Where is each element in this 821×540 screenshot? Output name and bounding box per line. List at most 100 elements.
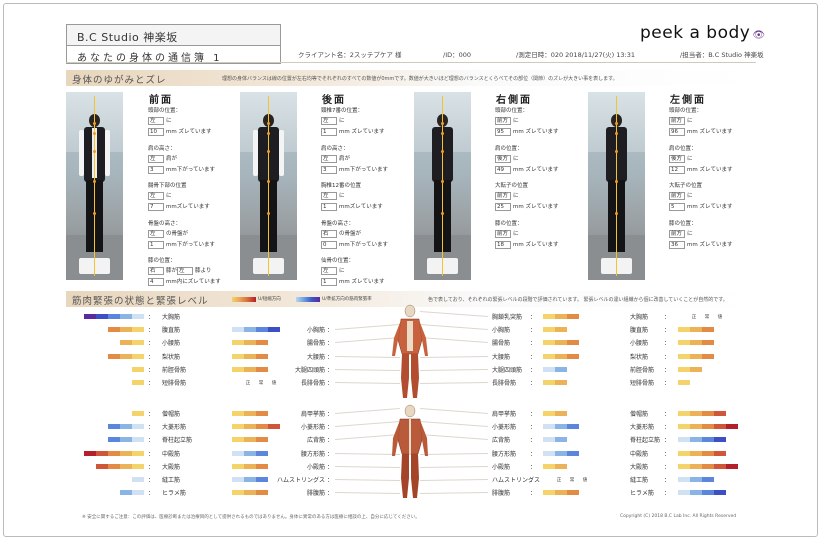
legend-stretch-label: U/準拡方向の筋肉緊張率 <box>322 297 372 302</box>
value-box: 1 <box>321 128 337 136</box>
value-box: 1 <box>321 278 337 286</box>
separator: ： <box>664 353 671 361</box>
landmark-dot <box>93 122 96 125</box>
level-segment <box>132 380 144 385</box>
right-tension-bar <box>678 380 690 385</box>
level-segment <box>543 314 555 319</box>
level-segment <box>678 366 690 372</box>
right-muscle-label: 中殿筋 <box>630 450 649 458</box>
measure-value: 3 mm下がっています <box>148 165 215 174</box>
separator: ： <box>327 380 334 387</box>
level-segment <box>256 424 268 430</box>
arm <box>279 130 284 176</box>
separator: ： <box>148 463 155 471</box>
measure-label: 腸骨下部の位置 <box>148 183 187 189</box>
right-muscle-label: 大菱形筋 <box>630 424 655 432</box>
measure-text: mm ズレています <box>339 129 385 135</box>
level-segment <box>567 340 579 346</box>
measure-text: mm ズレています <box>687 129 733 135</box>
right-tension-bar: 正 常 値 <box>691 315 725 320</box>
measure-value: 12 mm ズレています <box>669 165 732 174</box>
legend-shorten: U/短縮方向 <box>232 296 281 302</box>
left-muscle-label: 梨状筋 <box>162 353 181 361</box>
mid-left-tension-bar: 正 常 値 <box>245 381 279 386</box>
level-segment <box>555 463 567 469</box>
mid-right-muscle-label: 腓腹筋 <box>492 490 511 498</box>
level-segment <box>132 437 144 443</box>
measure-text: mm下がっています <box>339 241 388 248</box>
measure-label: 膝の位置： <box>148 258 176 264</box>
level-segment <box>232 450 244 456</box>
direction-box: 前方 <box>495 192 511 200</box>
right-muscle-label: 腹直筋 <box>630 327 649 335</box>
right-muscle-label: 大胸筋 <box>630 314 649 321</box>
left-tension-bar <box>96 463 144 469</box>
mid-left-tension-bar <box>232 353 268 359</box>
right-muscle-label: 前脛骨筋 <box>630 366 655 374</box>
measure-text: mm ズレています <box>166 129 212 135</box>
measure-row-label: 胸椎12番の位置 <box>321 181 361 189</box>
measure-direction: 前方に <box>495 191 519 200</box>
direction-box: 前方 <box>495 117 511 125</box>
measure-row-label: 肩の高さ： <box>321 144 349 152</box>
value-box: 25 <box>495 203 511 211</box>
measure-label: 膝の位置： <box>495 220 523 227</box>
mid-left-tension-bar <box>232 437 268 443</box>
measure-text: に <box>166 193 172 199</box>
separator: ： <box>530 490 537 498</box>
level-segment <box>714 450 726 456</box>
direction-box: 右 <box>148 267 164 275</box>
mid-right-tension-bar <box>543 463 567 469</box>
mid-right-muscle-label: 長腓骨筋 <box>492 380 517 387</box>
view-title-2: 後面 <box>322 95 346 106</box>
measure-label: 仙骨の位置： <box>321 258 355 264</box>
direction-box: 前方 <box>669 117 685 125</box>
right-tension-bar <box>678 490 726 496</box>
level-segment <box>702 424 714 430</box>
direction-box: 後方 <box>495 154 511 163</box>
mid-right-muscle-label: 小胸筋 <box>492 327 511 335</box>
mid-left-muscle-label: 大腿四頭筋 <box>294 366 325 374</box>
level-segment <box>702 353 714 359</box>
level-segment <box>256 463 268 469</box>
right-muscle-label: 縫工筋 <box>630 477 649 484</box>
right-tension-bar <box>678 450 726 456</box>
mid-left-tension-bar <box>232 366 268 372</box>
measure-direction: 左肩が <box>148 154 177 163</box>
separator: ： <box>327 424 334 432</box>
measure-row-label: 骨盤の高さ： <box>148 219 181 227</box>
direction-box: 左 <box>321 117 337 125</box>
level-segment <box>702 490 714 496</box>
direction-box: 左 <box>321 267 337 275</box>
mid-left-tension-bar <box>232 327 280 333</box>
left-tension-bar <box>132 380 144 385</box>
level-segment <box>120 353 132 359</box>
mid-right-muscle-label: 小殿筋 <box>492 463 511 471</box>
mid-right-tension-bar <box>543 353 579 359</box>
mid-right-muscle-label: 大腿四頭筋 <box>492 366 523 374</box>
mid-left-tension-bar <box>232 490 268 496</box>
level-segment <box>690 366 702 372</box>
level-segment <box>84 314 96 319</box>
muscle-note: 色で表しており、それぞれの緊張レベルの段階で評価されています。 緊張レベルの違い… <box>428 297 728 303</box>
landmark-dot <box>615 132 618 135</box>
left-muscle-label: 短腓骨筋 <box>162 380 187 387</box>
value-box: 4 <box>148 278 164 286</box>
measure-text: の骨盤が <box>166 230 189 237</box>
value-box: 5 <box>669 203 685 211</box>
value-box: 18 <box>495 240 511 249</box>
mid-right-muscle-label: 小菱形筋 <box>492 424 517 432</box>
separator: ： <box>664 477 671 484</box>
posture-note: 理想の身体バランスは線の位置が左右均等でそれぞれのすべての数値が0mmです。数値… <box>222 76 618 82</box>
separator: ： <box>327 340 334 348</box>
left-tension-bar <box>108 424 144 430</box>
separator: ： <box>664 490 671 498</box>
direction-box: 右 <box>321 229 337 238</box>
level-segment <box>132 477 144 482</box>
value-box: 0 <box>321 240 337 249</box>
level-segment <box>714 463 726 469</box>
separator: ： <box>664 424 671 432</box>
separator: ： <box>148 411 155 418</box>
level-segment <box>132 411 144 416</box>
level-segment <box>256 340 268 346</box>
